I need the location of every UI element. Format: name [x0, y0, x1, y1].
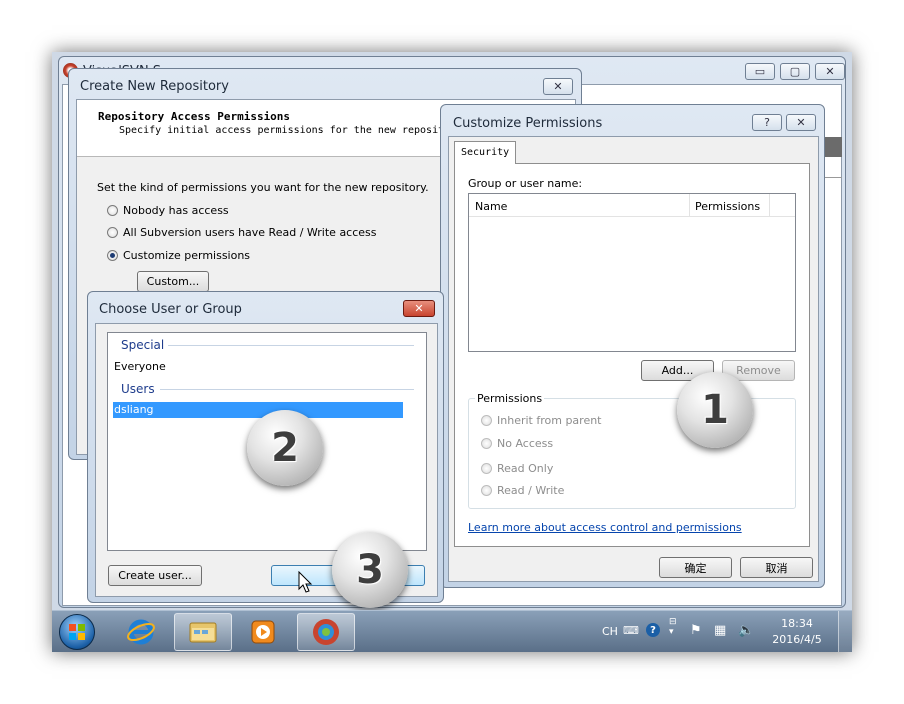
restore-icon: ▢ [789, 65, 801, 78]
radio-read-only[interactable] [481, 463, 492, 474]
custom-button[interactable]: Custom... [137, 271, 209, 292]
media-player-icon [251, 620, 275, 644]
taskbar-explorer[interactable] [174, 613, 232, 651]
taskbar-visualsvn[interactable] [297, 613, 355, 651]
tray-overflow-icon[interactable]: ⊟ ▾ [669, 617, 677, 637]
main-close-button[interactable]: ✕ [815, 63, 845, 80]
wizard-header-title: Repository Access Permissions [98, 110, 291, 123]
callout-badge-2: 2 [247, 410, 323, 486]
customize-close-button[interactable]: ✕ [786, 114, 816, 131]
create-repo-title: Create New Repository [80, 79, 229, 94]
tab-security[interactable]: Security [454, 141, 516, 164]
taskbar-media-player[interactable] [234, 613, 292, 651]
section-users: Users [121, 382, 155, 396]
radio-read-write[interactable] [481, 485, 492, 496]
clock[interactable]: 18:34 2016/4/5 [764, 616, 830, 648]
clock-date: 2016/4/5 [772, 633, 822, 646]
perm-inherit[interactable]: Inherit from parent [481, 414, 681, 428]
perm-read-only-label: Read Only [497, 462, 554, 475]
customize-cancel-button[interactable]: 取消 [740, 557, 813, 578]
taskbar: CH ⌨ ? ⊟ ▾ ⚑ ▦ 🔈 18:34 2016/4/5 [52, 610, 852, 652]
action-center-flag-icon[interactable]: ⚑ [690, 623, 702, 638]
radio-nobody[interactable] [107, 205, 118, 216]
option-customize[interactable]: Customize permissions [107, 249, 407, 263]
internet-explorer-icon [127, 619, 155, 645]
perm-read-write-label: Read / Write [497, 484, 565, 497]
learn-more-link[interactable]: Learn more about access control and perm… [468, 521, 742, 534]
start-button[interactable] [59, 614, 95, 650]
perm-read-only[interactable]: Read Only [481, 462, 681, 476]
clock-time: 18:34 [781, 617, 813, 630]
show-desktop-button[interactable] [838, 611, 852, 652]
perm-no-access[interactable]: No Access [481, 437, 681, 451]
customize-permissions-dialog: Customize Permissions ? ✕ Security Group… [440, 104, 825, 588]
mouse-cursor-icon [298, 571, 313, 593]
close-icon: ✕ [796, 116, 806, 129]
col-header-name[interactable]: Name [475, 200, 507, 213]
desktop-screen: VisualSVN S ▭ ▢ ✕ Create New Repository … [52, 52, 852, 652]
perm-inherit-label: Inherit from parent [497, 414, 602, 427]
minimize-icon: ▭ [754, 65, 766, 78]
wizard-header-subtitle: Specify initial access permissions for t… [119, 125, 445, 136]
create-user-button[interactable]: Create user... [108, 565, 202, 586]
option-nobody[interactable]: Nobody has access [107, 204, 407, 218]
customize-title: Customize Permissions [453, 116, 603, 131]
help-tray-icon[interactable]: ? [646, 623, 660, 637]
option-nobody-label: Nobody has access [123, 204, 229, 217]
callout-badge-1: 1 [677, 372, 753, 448]
keyboard-icon[interactable]: ⌨ [623, 624, 639, 637]
radio-inherit[interactable] [481, 415, 492, 426]
option-all-users[interactable]: All Subversion users have Read / Write a… [107, 226, 427, 240]
choose-close-button[interactable]: ✕ [403, 300, 435, 317]
option-customize-label: Customize permissions [123, 249, 251, 262]
close-icon: ✕ [414, 302, 424, 315]
create-repo-close-button[interactable]: ✕ [543, 78, 573, 95]
list-item-selected[interactable]: dsliang [113, 402, 403, 418]
network-icon[interactable]: ▦ [714, 623, 726, 638]
col-divider-2 [769, 194, 770, 217]
customize-help-button[interactable]: ? [752, 114, 782, 131]
choose-title: Choose User or Group [99, 302, 242, 317]
section-special: Special [121, 338, 165, 352]
security-tab-panel: Group or user name: Name Permissions Add… [454, 163, 810, 547]
perm-read-write[interactable]: Read / Write [481, 484, 681, 498]
col-divider [689, 194, 690, 217]
callout-badge-3: 3 [332, 532, 408, 608]
col-header-permissions[interactable]: Permissions [695, 200, 760, 213]
radio-no-access[interactable] [481, 438, 492, 449]
customize-ok-button[interactable]: 确定 [659, 557, 732, 578]
close-icon: ✕ [825, 65, 835, 78]
language-indicator[interactable]: CH [602, 625, 618, 638]
taskbar-ie[interactable] [112, 613, 170, 651]
tab-security-label: Security [461, 147, 510, 158]
windows-logo-icon [69, 624, 85, 640]
main-restore-button[interactable]: ▢ [780, 63, 810, 80]
folder-icon [189, 622, 217, 643]
help-icon: ? [764, 116, 770, 129]
group-user-label: Group or user name: [468, 177, 583, 190]
main-minimize-button[interactable]: ▭ [745, 63, 775, 80]
customize-client: Security Group or user name: Name Permis… [448, 136, 819, 582]
volume-icon[interactable]: 🔈 [738, 623, 754, 638]
list-header: Name Permissions [469, 194, 795, 217]
section-users-line [160, 389, 414, 390]
permissions-list[interactable]: Name Permissions [468, 193, 796, 352]
close-icon: ✕ [553, 80, 563, 93]
radio-all-users[interactable] [107, 227, 118, 238]
list-item[interactable]: Everyone [114, 360, 402, 376]
option-all-users-label: All Subversion users have Read / Write a… [123, 226, 377, 239]
section-special-line [168, 345, 414, 346]
radio-customize[interactable] [107, 250, 118, 261]
visualsvn-icon [313, 619, 339, 645]
permissions-instruction: Set the kind of permissions you want for… [97, 181, 429, 194]
permissions-legend: Permissions [475, 392, 545, 405]
perm-no-access-label: No Access [497, 437, 554, 450]
